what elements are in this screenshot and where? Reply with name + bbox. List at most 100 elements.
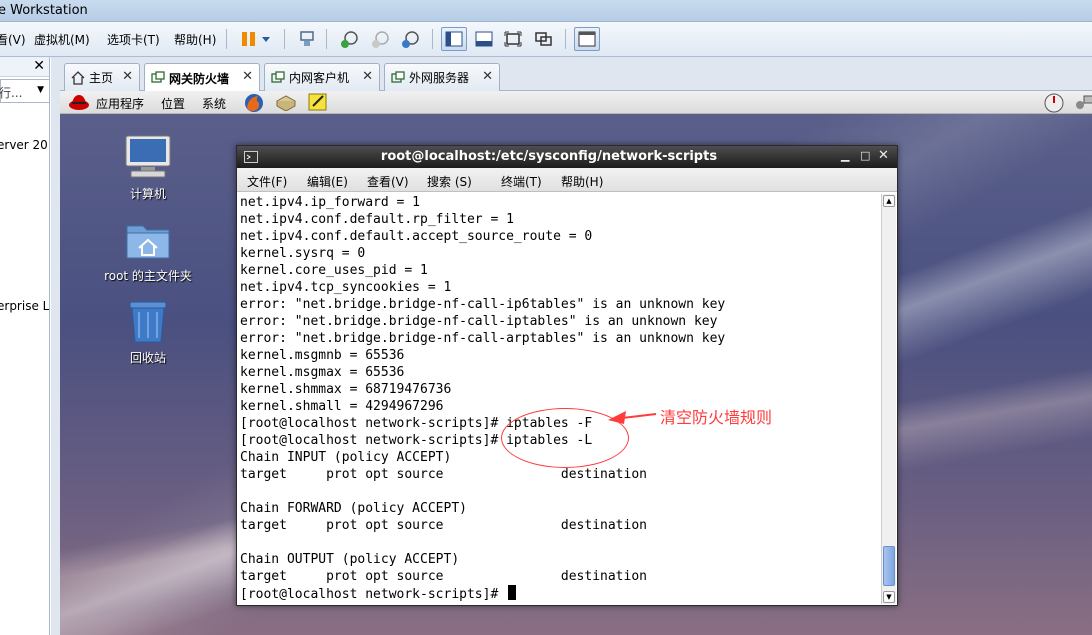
terminal-title: root@localhost:/etc/sysconfig/network-sc… bbox=[380, 149, 718, 164]
terminal-cursor bbox=[508, 585, 517, 600]
close-tab-icon[interactable]: ✕ bbox=[122, 69, 133, 84]
terminal-menu-file[interactable]: 文件(F) bbox=[247, 173, 287, 190]
snapshot-button[interactable] bbox=[337, 27, 363, 51]
computer-icon bbox=[125, 135, 171, 178]
desktop-icon-trash[interactable]: 回收站 bbox=[98, 298, 198, 366]
dropdown-arrow-icon[interactable]: ▼ bbox=[37, 85, 44, 95]
tab-intranet-client-label: 内网客户机 bbox=[289, 71, 350, 85]
gnome-top-panel: 应用程序 位置 系统 bbox=[60, 91, 1092, 114]
scroll-up-icon[interactable]: ▲ bbox=[883, 195, 895, 207]
minimize-icon[interactable]: ▁ bbox=[841, 149, 849, 162]
desktop-icon-label: 回收站 bbox=[129, 351, 166, 365]
library-search-input[interactable]: 行... ▼ bbox=[0, 79, 49, 103]
send-keys-button[interactable] bbox=[294, 27, 320, 51]
snapshot-icon bbox=[341, 31, 358, 48]
library-item[interactable]: erprise L bbox=[0, 299, 49, 313]
terminal-line: net.ipv4.ip_forward = 1 bbox=[240, 195, 421, 210]
pause-icon bbox=[242, 32, 270, 46]
full-screen-button[interactable] bbox=[500, 27, 526, 51]
terminal-line: Chain OUTPUT (policy ACCEPT) bbox=[240, 552, 460, 567]
terminal-scrollbar[interactable]: ▲ ▼ bbox=[881, 194, 896, 604]
toolbar-separator bbox=[565, 29, 566, 49]
pause-button[interactable] bbox=[234, 27, 274, 51]
toolbar-separator bbox=[432, 29, 433, 49]
close-tab-icon[interactable]: ✕ bbox=[482, 69, 493, 84]
annotation-arrow-icon bbox=[608, 411, 657, 424]
terminal-line: error: "net.bridge.bridge-nf-call-arptab… bbox=[240, 331, 726, 346]
system-menu[interactable]: 系统 bbox=[202, 95, 226, 112]
unity-button[interactable] bbox=[530, 27, 556, 51]
tab-external-server-label: 外网服务器 bbox=[409, 71, 470, 85]
desktop-icon-label: 计算机 bbox=[129, 187, 166, 201]
network-status-icon[interactable] bbox=[1043, 92, 1065, 114]
show-library-button[interactable] bbox=[441, 27, 467, 51]
menu-help[interactable]: 帮助(H) bbox=[174, 31, 216, 48]
close-tab-icon[interactable]: ✕ bbox=[362, 69, 373, 84]
note-editor-icon[interactable] bbox=[308, 92, 328, 112]
terminal-output[interactable]: net.ipv4.ip_forward = 1 net.ipv4.conf.def… bbox=[240, 194, 880, 604]
terminal-titlebar[interactable]: root@localhost:/etc/sysconfig/network-sc… bbox=[237, 146, 897, 168]
scroll-down-icon[interactable]: ▼ bbox=[883, 591, 895, 603]
terminal-menu-edit[interactable]: 编辑(E) bbox=[307, 173, 348, 190]
menu-view[interactable]: 看(V) bbox=[0, 31, 26, 48]
terminal-line: error: "net.bridge.bridge-nf-call-iptabl… bbox=[240, 314, 718, 329]
maximize-icon[interactable]: □ bbox=[860, 149, 870, 162]
desktop-icon-label: root 的主文件夹 bbox=[104, 269, 192, 283]
scroll-thumb[interactable] bbox=[883, 546, 895, 586]
terminal-menu-search[interactable]: 搜索 (S) bbox=[427, 173, 472, 190]
tab-gateway-firewall[interactable]: 网关防火墙 ✕ bbox=[144, 63, 260, 92]
home-icon bbox=[71, 70, 85, 85]
terminal-line: target prot opt source destination bbox=[240, 467, 647, 482]
terminal-menu-view[interactable]: 查看(V) bbox=[367, 173, 409, 190]
library-header: ✕ bbox=[0, 57, 49, 77]
close-library-icon[interactable]: ✕ bbox=[33, 58, 45, 74]
library-item[interactable]: erver 201 bbox=[0, 138, 49, 152]
toolbar-separator bbox=[226, 29, 227, 49]
applications-menu[interactable]: 应用程序 bbox=[96, 95, 144, 112]
close-icon[interactable]: ✕ bbox=[878, 148, 889, 163]
connection-icon[interactable] bbox=[1074, 93, 1092, 111]
console-view-button[interactable] bbox=[574, 27, 600, 51]
email-icon[interactable] bbox=[275, 93, 297, 111]
tab-intranet-client[interactable]: 内网客户机 ✕ bbox=[264, 63, 380, 91]
places-menu[interactable]: 位置 bbox=[161, 95, 185, 112]
terminal-prompt: [root@localhost network-scripts]# bbox=[240, 587, 507, 602]
terminal-line: kernel.sysrq = 0 bbox=[240, 246, 366, 261]
terminal-line: kernel.msgmax = 65536 bbox=[240, 365, 405, 380]
tab-external-server[interactable]: 外网服务器 ✕ bbox=[384, 63, 500, 91]
terminal-line: error: "net.bridge.bridge-nf-call-ip6tab… bbox=[240, 297, 726, 312]
terminal-line: target prot opt source destination bbox=[240, 569, 647, 584]
terminal-line: Chain FORWARD (policy ACCEPT) bbox=[240, 501, 467, 516]
desktop-icon-home-folder[interactable]: root 的主文件夹 bbox=[98, 218, 198, 284]
terminal-line: net.ipv4.conf.default.rp_filter = 1 bbox=[240, 212, 514, 227]
toolbar-separator bbox=[326, 29, 327, 49]
trash-icon bbox=[129, 301, 167, 343]
menu-tabs[interactable]: 选项卡(T) bbox=[107, 31, 160, 48]
snapshot-manager-icon bbox=[402, 31, 419, 48]
vm-icon bbox=[391, 70, 405, 83]
tab-home[interactable]: 主页 ✕ bbox=[64, 63, 140, 91]
tab-home-label: 主页 bbox=[89, 71, 114, 85]
home-folder-icon bbox=[126, 225, 170, 259]
tab-gateway-firewall-label: 网关防火墙 bbox=[169, 71, 230, 86]
firefox-icon[interactable] bbox=[243, 92, 265, 113]
snapshot-manager-button[interactable] bbox=[398, 27, 424, 51]
menu-vm[interactable]: 虚拟机(M) bbox=[34, 31, 90, 48]
thumbnail-view-button[interactable] bbox=[471, 27, 497, 51]
panel-gap bbox=[51, 57, 60, 635]
network-icon bbox=[300, 31, 314, 46]
fullscreen-icon bbox=[504, 31, 522, 47]
terminal-menu-terminal[interactable]: 终端(T) bbox=[501, 173, 542, 190]
terminal-window: root@localhost:/etc/sysconfig/network-sc… bbox=[236, 145, 898, 606]
close-tab-icon[interactable]: ✕ bbox=[242, 69, 253, 84]
revert-snapshot-button[interactable] bbox=[368, 27, 394, 51]
terminal-prompt-line: [root@localhost network-scripts]# bbox=[240, 585, 880, 602]
window-title: e Workstation bbox=[0, 3, 88, 18]
tab-strip: 主页 ✕ 网关防火墙 ✕ 内网客户机 ✕ 外网服务器 ✕ bbox=[60, 57, 1092, 92]
terminal-menu-help[interactable]: 帮助(H) bbox=[561, 173, 603, 190]
desktop-icon-computer[interactable]: 计算机 bbox=[98, 134, 198, 202]
revert-icon bbox=[372, 31, 389, 48]
terminal-menubar: 文件(F) 编辑(E) 查看(V) 搜索 (S) 终端(T) 帮助(H) bbox=[237, 168, 897, 192]
